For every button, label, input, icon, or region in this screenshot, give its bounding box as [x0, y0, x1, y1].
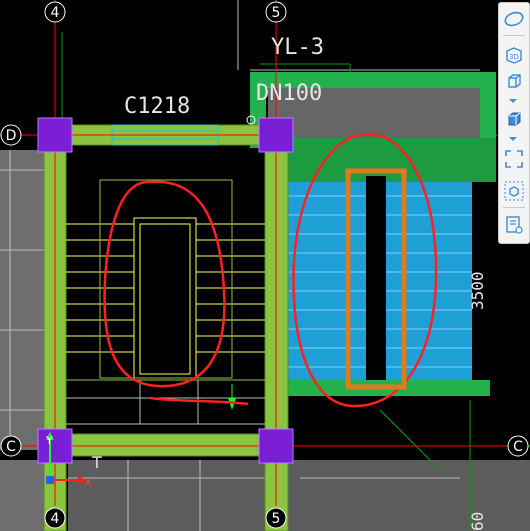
- cursor-text-mark: T: [91, 453, 102, 472]
- properties-button[interactable]: [501, 213, 527, 237]
- fit-extents-button[interactable]: [501, 147, 527, 171]
- axis-bubble-row-c-left: C: [0, 435, 22, 457]
- dimension-label: 3500: [468, 271, 487, 310]
- box-view-icon: [508, 112, 521, 126]
- axis-bubble-row-c-right: C: [507, 435, 529, 457]
- svg-text:Y: Y: [45, 434, 53, 447]
- orbit-button[interactable]: [501, 7, 527, 31]
- 3d-view-button[interactable]: 3D: [501, 43, 527, 67]
- view-toolbar: 3D: [498, 2, 530, 244]
- axis-bubble-bottom-4: 4: [44, 507, 66, 529]
- cad-canvas[interactable]: 4 5 4 5 D C C YL-3 DN100 C1218 3500 60 X…: [0, 0, 530, 531]
- axis-bubble-top-5: 5: [265, 1, 287, 23]
- axis-bubble-top-4: 4: [44, 1, 66, 23]
- svg-text:5: 5: [272, 511, 281, 527]
- svg-text:4: 4: [51, 511, 60, 527]
- svg-text:X: X: [84, 476, 92, 489]
- toolbar-separator: [503, 207, 525, 208]
- 3d-view-icon: 3D: [506, 47, 522, 64]
- svg-text:C: C: [6, 439, 16, 455]
- axis-bubble-row-d: D: [0, 124, 22, 146]
- view-cube-button[interactable]: [501, 69, 527, 93]
- blue-stair-region: [286, 176, 490, 396]
- dimension-label-bottom: 60: [468, 512, 487, 531]
- svg-text:3D: 3D: [509, 53, 519, 61]
- window-label: C1218: [124, 94, 190, 119]
- isolate-icon: [504, 181, 524, 201]
- pipe-label: DN100: [256, 81, 322, 106]
- view-cube-icon: [508, 74, 521, 88]
- svg-text:4: 4: [51, 5, 60, 21]
- svg-text:5: 5: [272, 5, 281, 21]
- orbit-icon: [504, 11, 524, 27]
- chevron-down-icon[interactable]: [508, 98, 518, 104]
- fit-extents-icon: [505, 150, 523, 168]
- properties-icon: [506, 216, 523, 234]
- svg-text:C: C: [513, 439, 523, 455]
- beam-label: YL-3: [271, 35, 324, 60]
- toolbar-separator: [503, 35, 525, 36]
- isolate-button[interactable]: [501, 179, 527, 203]
- box-view-button[interactable]: [501, 107, 527, 131]
- chevron-down-icon[interactable]: [508, 136, 518, 142]
- svg-text:D: D: [6, 128, 17, 144]
- axis-bubble-bottom-5: 5: [265, 507, 287, 529]
